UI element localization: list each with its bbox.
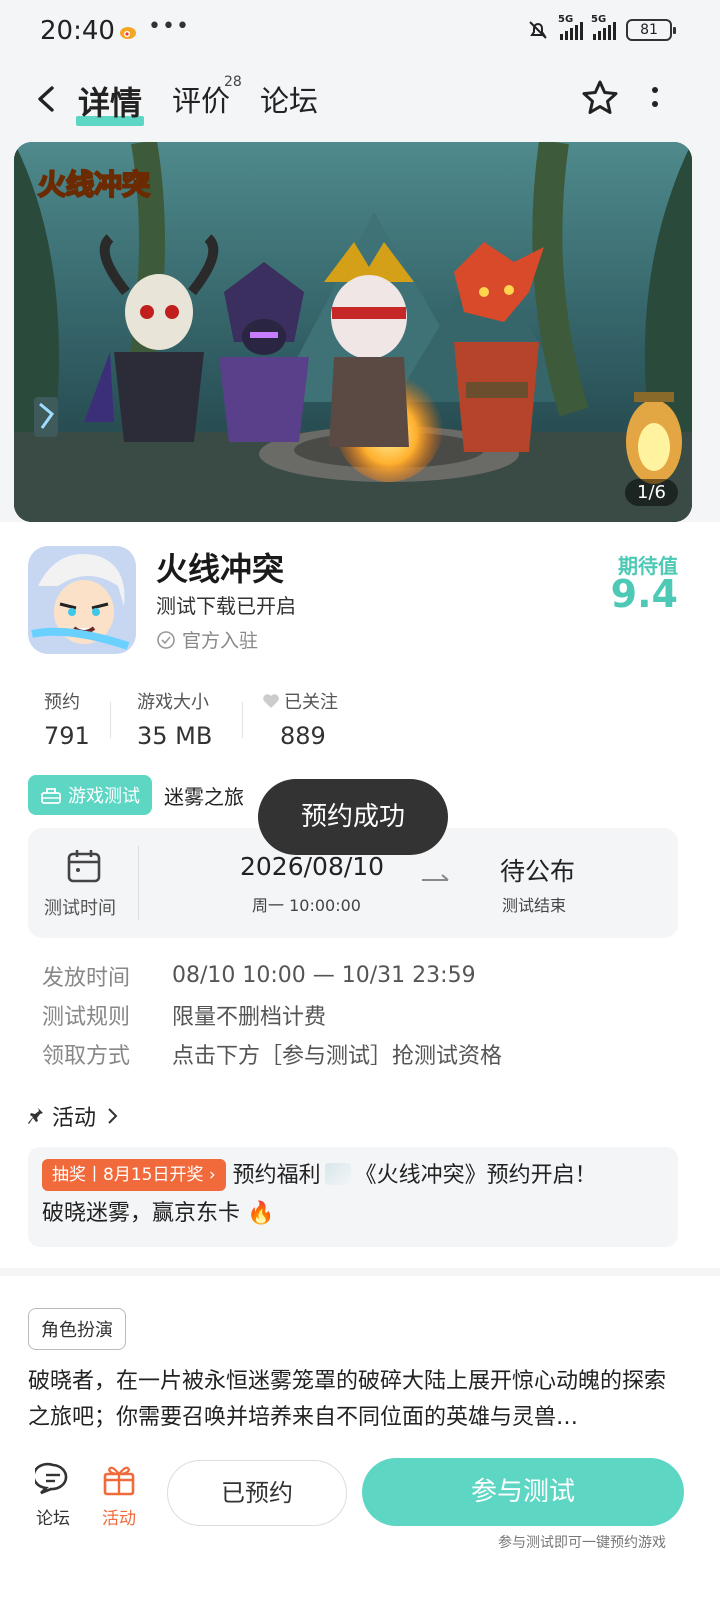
game-title: 火线冲突 [156, 550, 285, 588]
game-description-section: 角色扮演 破晓者，在一片被永恒迷雾笼罩的破碎大陆上展开惊心动魄的探索之旅吧；你需… [0, 1276, 720, 1448]
expectation-score: 9.4 [610, 572, 678, 616]
heart-icon [263, 694, 279, 708]
test-name: 迷雾之旅 [164, 784, 244, 809]
test-start-date: 2026/08/10 [240, 852, 385, 881]
pin-icon [28, 1108, 43, 1124]
test-time-label: 测试时间 [44, 898, 116, 919]
activity-thumbnail [324, 1163, 351, 1185]
more-options-icon[interactable] [648, 84, 662, 114]
lottery-badge: 抽奖丨8月15日开奖 › [42, 1159, 226, 1191]
weibo-icon [120, 27, 136, 39]
status-time: 20:40 [40, 16, 115, 46]
stat-game-size: 游戏大小 35 MB [137, 692, 213, 750]
gift-icon [103, 1466, 135, 1496]
activity-card[interactable]: 抽奖丨8月15日开奖 › 预约福利 《火线冲突》预约开启！ 破晓迷雾，赢京东卡 🔥 [28, 1147, 678, 1247]
bottom-activity-button[interactable]: 活动 [94, 1462, 144, 1529]
arrow-right-icon [422, 874, 449, 881]
stats-row: 预约 791 游戏大小 35 MB 已关注 889 [0, 682, 720, 752]
bottom-action-bar: 论坛 活动 已预约 参与测试 参与测试即可一键预约游戏 [0, 1448, 720, 1600]
top-nav: 详情 评价 28 论坛 [0, 64, 720, 138]
info-row: 领取方式 点击下方［参与测试］抢测试资格 [42, 1043, 503, 1069]
test-tool-icon [41, 788, 61, 804]
signal-5g-icon: 5G [558, 14, 583, 40]
genre-tag[interactable]: 角色扮演 [28, 1308, 126, 1350]
official-badge: 官方入驻 [156, 626, 258, 653]
forum-chat-icon [35, 1462, 68, 1495]
test-end-date: 待公布 [500, 857, 576, 886]
mute-bell-icon [529, 21, 547, 39]
banner-artwork: 火线冲突 [14, 142, 692, 522]
review-count: 28 [224, 74, 242, 90]
toast-message: 预约成功 [258, 779, 448, 855]
verified-check-icon [157, 630, 175, 649]
divider [242, 702, 243, 738]
banner-logo: 火线冲突 [38, 168, 150, 201]
divider [110, 702, 111, 738]
stat-reservations: 预约 791 [44, 692, 90, 750]
game-description[interactable]: 破晓者，在一片被永恒迷雾笼罩的破碎大陆上展开惊心动魄的探索之旅吧；你需要召唤并培… [28, 1364, 678, 1436]
battery-icon: 81 [626, 19, 676, 41]
test-row: 游戏测试 迷雾之旅 [28, 775, 244, 815]
more-notifications-icon: ••• [148, 14, 190, 39]
tab-forum[interactable]: 论坛 [260, 78, 318, 120]
calendar-icon [67, 850, 101, 883]
banner-counter: 1/6 [625, 479, 678, 506]
game-banner-carousel[interactable]: 火线冲突 1/6 [14, 142, 692, 522]
chevron-right-icon [108, 1108, 118, 1124]
game-status: 测试下载已开启 [156, 594, 296, 618]
test-start-time: 周一 10:00:00 [252, 896, 361, 915]
divider [138, 846, 139, 920]
game-test-badge: 游戏测试 [28, 775, 152, 815]
info-row: 测试规则 限量不删档计费 [42, 1004, 327, 1030]
tab-review[interactable]: 评价 28 [172, 74, 242, 120]
status-bar: 20:40 ••• 5G 5G 81 [0, 0, 720, 64]
signal-5g-icon: 5G [591, 14, 616, 40]
test-end-label: 测试结束 [502, 896, 567, 915]
info-row: 发放时间 08/10 10:00 — 10/31 23:59 [42, 963, 476, 991]
bottom-forum-button[interactable]: 论坛 [28, 1462, 78, 1529]
test-info-list: 发放时间 08/10 10:00 — 10/31 23:59 测试规则 限量不删档计… [42, 956, 502, 1073]
back-icon[interactable] [30, 82, 64, 116]
tab-detail[interactable]: 详情 [76, 78, 145, 126]
activity-section-header[interactable]: 活动 [28, 1100, 118, 1132]
join-test-hint: 参与测试即可一键预约游戏 [498, 1535, 666, 1551]
stat-followers: 已关注 889 [262, 688, 338, 750]
game-app-icon [28, 546, 136, 654]
status-indicators: 5G 5G 81 [526, 14, 676, 42]
game-detail-card: 火线冲突 测试下载已开启 官方入驻 期待值 9.4 预约 791 游戏大小 35… [0, 522, 720, 1268]
join-test-button[interactable]: 参与测试 [362, 1458, 684, 1526]
reserved-button[interactable]: 已预约 [167, 1460, 347, 1526]
favorite-star-icon[interactable] [580, 78, 620, 118]
